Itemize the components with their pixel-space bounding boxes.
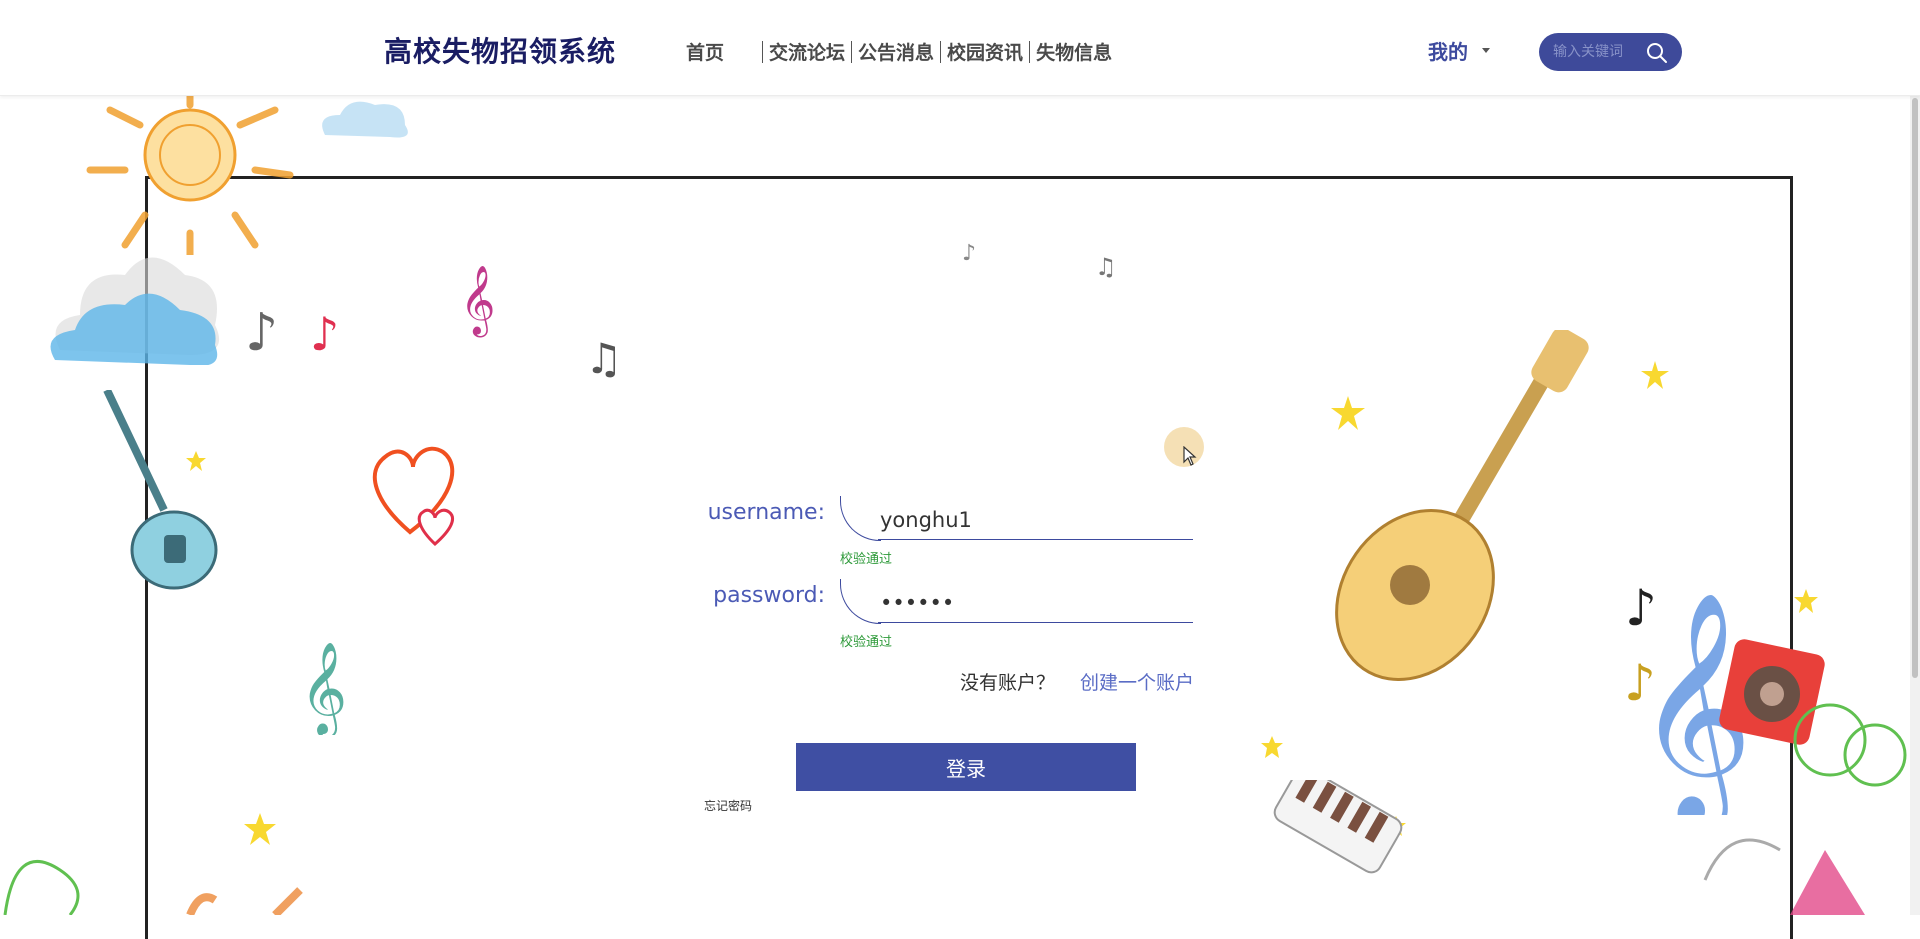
hearts-illustration [372, 446, 455, 547]
svg-text:♪: ♪ [310, 307, 339, 361]
piano-illustration [1273, 780, 1403, 874]
chevron-down-icon [1482, 48, 1490, 53]
search-icon[interactable] [1646, 42, 1668, 64]
nav-divider [1029, 40, 1031, 63]
top-header: 高校失物招领系统 首页 交流论坛 公告消息 校园资讯 失物信息 我的 [0, 0, 1920, 96]
search-bar [1539, 33, 1682, 71]
treble-clef-illustration: 𝄞 [300, 641, 347, 735]
nav-lost-items[interactable]: 失物信息 [1036, 38, 1112, 65]
search-input[interactable] [1551, 43, 1651, 61]
site-title: 高校失物招领系统 [384, 35, 617, 68]
star-icon [1261, 736, 1283, 758]
create-account-link[interactable]: 创建一个账户 [1080, 668, 1194, 695]
cursor-icon [1183, 446, 1197, 466]
user-menu-dropdown[interactable]: 我的 [1428, 36, 1490, 65]
nav-divider [851, 40, 853, 63]
nav-divider [762, 40, 764, 63]
svg-text:♫: ♫ [1095, 253, 1117, 281]
username-field [840, 496, 1193, 541]
forgot-password-link[interactable]: 忘记密码 [704, 797, 752, 814]
electric-guitar-illustration [103, 390, 218, 590]
password-field [840, 579, 1193, 624]
username-label: username: [707, 500, 825, 525]
music-note-icon: ♪ [1624, 654, 1656, 708]
music-notes: ♪ ♪ 𝄞 ♫ [245, 265, 623, 383]
music-notes-top: ♪ ♫ [962, 241, 1117, 281]
svg-text:♪: ♪ [1624, 654, 1656, 708]
user-menu-label: 我的 [1428, 40, 1468, 64]
star-icon [1641, 361, 1669, 389]
main-nav: 首页 交流论坛 公告消息 校园资讯 失物信息 [686, 38, 1112, 65]
swirl-decoration [3, 859, 303, 915]
acoustic-guitar-illustration [1335, 330, 1589, 682]
login-button[interactable]: 登录 [796, 743, 1136, 791]
nav-home[interactable]: 首页 [686, 38, 724, 65]
password-validation-hint: 校验通过 [840, 635, 893, 650]
svg-text:𝄞: 𝄞 [460, 265, 495, 337]
star-icon [186, 451, 206, 471]
swirl-decoration [1703, 703, 1907, 915]
svg-text:𝄞: 𝄞 [300, 641, 347, 735]
svg-text:♫: ♫ [585, 334, 623, 383]
username-validation-hint: 校验通过 [840, 552, 893, 567]
star-icon [1794, 589, 1818, 613]
svg-text:♪: ♪ [962, 241, 976, 266]
small-cloud [322, 101, 408, 138]
nav-announcements[interactable]: 公告消息 [858, 38, 934, 65]
password-input[interactable] [878, 587, 1182, 619]
no-account-text: 没有账户？ [960, 672, 1056, 694]
scrollbar-thumb[interactable] [1912, 98, 1918, 678]
password-label: password: [713, 583, 825, 608]
nav-forum[interactable]: 交流论坛 [769, 38, 845, 65]
music-note-icon: ♪ [1625, 579, 1657, 635]
svg-text:♪: ♪ [245, 303, 278, 363]
cloud-illustration [50, 257, 220, 365]
svg-text:♪: ♪ [1625, 579, 1657, 635]
nav-divider [940, 40, 942, 63]
username-input[interactable] [878, 504, 1182, 536]
nav-campus-news[interactable]: 校园资讯 [947, 38, 1023, 65]
